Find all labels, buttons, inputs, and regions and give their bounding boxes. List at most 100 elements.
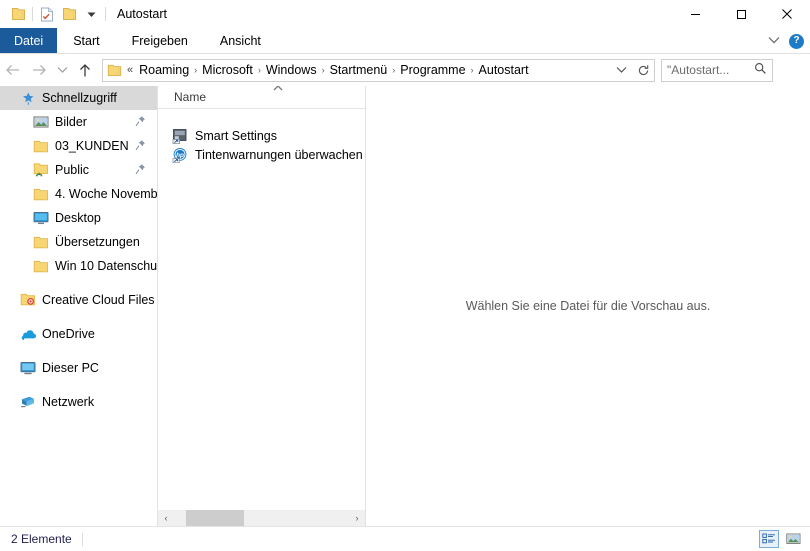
preview-pane: Wählen Sie eine Datei für die Vorschau a… xyxy=(366,86,810,526)
chevron-down-icon[interactable] xyxy=(610,66,632,74)
breadcrumb-item-roaming[interactable]: Roaming xyxy=(135,63,193,77)
help-icon[interactable]: ? xyxy=(789,33,804,49)
chevron-up-icon xyxy=(272,86,284,95)
up-button[interactable] xyxy=(72,57,98,83)
sidebar-item-schnellzugriff[interactable]: Schnellzugriff xyxy=(0,86,157,110)
table-row[interactable]: hp Tintenwarnungen überwachen - xyxy=(158,145,365,164)
breadcrumb-item-startmenue[interactable]: Startmenü xyxy=(326,63,392,77)
file-name: Tintenwarnungen überwachen - xyxy=(195,147,365,162)
refresh-icon[interactable] xyxy=(632,64,654,77)
sidebar-item-uebersetzungen[interactable]: Übersetzungen xyxy=(0,230,157,254)
folder-icon xyxy=(31,257,51,275)
large-icons-view-button[interactable] xyxy=(783,530,803,548)
title-bar: Autostart xyxy=(0,0,810,28)
folder-icon[interactable] xyxy=(7,3,29,25)
breadcrumb-item-programme[interactable]: Programme xyxy=(396,63,469,77)
sidebar-item-label: 4. Woche Novembe xyxy=(55,187,157,201)
sidebar-item-dieser-pc[interactable]: Dieser PC xyxy=(0,356,157,380)
shared-folder-icon xyxy=(31,161,51,179)
close-button[interactable] xyxy=(764,0,810,28)
toolbar-divider-2 xyxy=(105,7,106,21)
horizontal-scrollbar[interactable]: ‹ › xyxy=(158,510,365,526)
onedrive-cloud-icon xyxy=(18,325,38,343)
folder-icon xyxy=(31,233,51,251)
ribbon-divider xyxy=(0,53,810,54)
sidebar-item-win-10-datenschutz[interactable]: Win 10 Datenschutz xyxy=(0,254,157,278)
shortcut-app-icon xyxy=(172,128,190,144)
maximize-button[interactable] xyxy=(718,0,764,28)
address-bar: « Roaming › Microsoft › Windows › Startm… xyxy=(0,56,810,84)
tab-freigeben[interactable]: Freigeben xyxy=(116,28,204,54)
search-icon[interactable] xyxy=(754,62,767,78)
sidebar-item-label: Netzwerk xyxy=(42,395,95,409)
sidebar-item-creative-cloud-files[interactable]: Creative Cloud Files xyxy=(0,288,157,312)
pin-icon[interactable] xyxy=(135,163,146,178)
sidebar-item-label: Public xyxy=(55,163,90,177)
breadcrumb-item-windows[interactable]: Windows xyxy=(262,63,321,77)
item-count: 2 Elemente xyxy=(11,532,72,546)
preview-message: Wählen Sie eine Datei für die Vorschau a… xyxy=(465,299,711,313)
pin-icon[interactable] xyxy=(135,115,146,130)
sidebar-item-label: Dieser PC xyxy=(42,361,99,375)
window-controls xyxy=(672,0,810,28)
ribbon-tab-bar: Datei Start Freigeben Ansicht ? xyxy=(0,28,810,54)
view-toggle-group xyxy=(759,530,803,548)
sidebar-item-label: 03_KUNDEN xyxy=(55,139,129,153)
sidebar-item-label: Desktop xyxy=(55,211,101,225)
sidebar-item-desktop[interactable]: Desktop xyxy=(0,206,157,230)
table-row[interactable]: Smart Settings xyxy=(158,126,365,145)
network-icon xyxy=(18,393,38,411)
tab-ansicht[interactable]: Ansicht xyxy=(204,28,277,54)
sidebar-item-onedrive[interactable]: OneDrive xyxy=(0,322,157,346)
breadcrumb-overflow-icon[interactable]: « xyxy=(125,64,135,76)
status-divider xyxy=(81,532,83,546)
sidebar-item-03-kunden[interactable]: 03_KUNDEN xyxy=(0,134,157,158)
pin-icon[interactable] xyxy=(135,139,146,154)
navigation-pane: Schnellzugriff Bilder 03_KUNDEN Public 4… xyxy=(0,86,157,526)
breadcrumb-item-autostart[interactable]: Autostart xyxy=(475,63,533,77)
sidebar-item-label: OneDrive xyxy=(42,327,95,341)
file-explorer-window: Autostart Datei Start Freigeben Ansicht xyxy=(0,0,810,551)
folder-icon xyxy=(31,137,51,155)
sidebar-item-4-woche-november[interactable]: 4. Woche Novembe xyxy=(0,182,157,206)
sidebar-item-bilder[interactable]: Bilder xyxy=(0,110,157,134)
scroll-right-button[interactable]: › xyxy=(349,510,365,526)
sidebar-item-netzwerk[interactable]: Netzwerk xyxy=(0,390,157,414)
recent-locations-button[interactable] xyxy=(52,57,72,83)
chevron-down-icon[interactable] xyxy=(768,34,780,48)
tab-datei[interactable]: Datei xyxy=(0,28,58,54)
quick-access-toolbar: Autostart xyxy=(0,3,167,25)
column-header-name[interactable]: Name xyxy=(158,90,206,104)
details-view-button[interactable] xyxy=(759,530,779,548)
toolbar-divider-1 xyxy=(32,7,33,21)
desktop-icon xyxy=(31,209,51,227)
scrollbar-track[interactable] xyxy=(174,510,349,526)
breadcrumb[interactable]: « Roaming › Microsoft › Windows › Startm… xyxy=(102,58,655,82)
folder-icon xyxy=(107,64,122,77)
scroll-left-button[interactable]: ‹ xyxy=(158,510,174,526)
back-button[interactable] xyxy=(0,57,26,83)
search-value: "Autostart... xyxy=(667,63,730,77)
chevron-down-icon[interactable] xyxy=(80,3,102,25)
file-list-top-spacer xyxy=(158,109,365,126)
hp-logo-icon: hp xyxy=(172,147,190,163)
sidebar-item-label: Übersetzungen xyxy=(55,235,140,249)
star-pin-icon xyxy=(18,89,38,107)
creative-cloud-folder-icon xyxy=(18,291,38,309)
file-name: Smart Settings xyxy=(195,128,277,143)
status-bar: 2 Elemente xyxy=(0,526,810,551)
scrollbar-thumb[interactable] xyxy=(186,510,244,526)
tab-start[interactable]: Start xyxy=(57,28,115,54)
explorer-body: Schnellzugriff Bilder 03_KUNDEN Public 4… xyxy=(0,86,810,526)
minimize-button[interactable] xyxy=(672,0,718,28)
breadcrumb-item-microsoft[interactable]: Microsoft xyxy=(198,63,257,77)
sidebar-item-label: Schnellzugriff xyxy=(42,91,117,105)
sidebar-item-label: Win 10 Datenschutz xyxy=(55,259,157,273)
forward-button[interactable] xyxy=(26,57,52,83)
properties-icon[interactable] xyxy=(36,3,58,25)
search-input[interactable]: "Autostart... xyxy=(661,58,773,82)
sidebar-item-public[interactable]: Public xyxy=(0,158,157,182)
new-folder-icon[interactable] xyxy=(58,3,80,25)
